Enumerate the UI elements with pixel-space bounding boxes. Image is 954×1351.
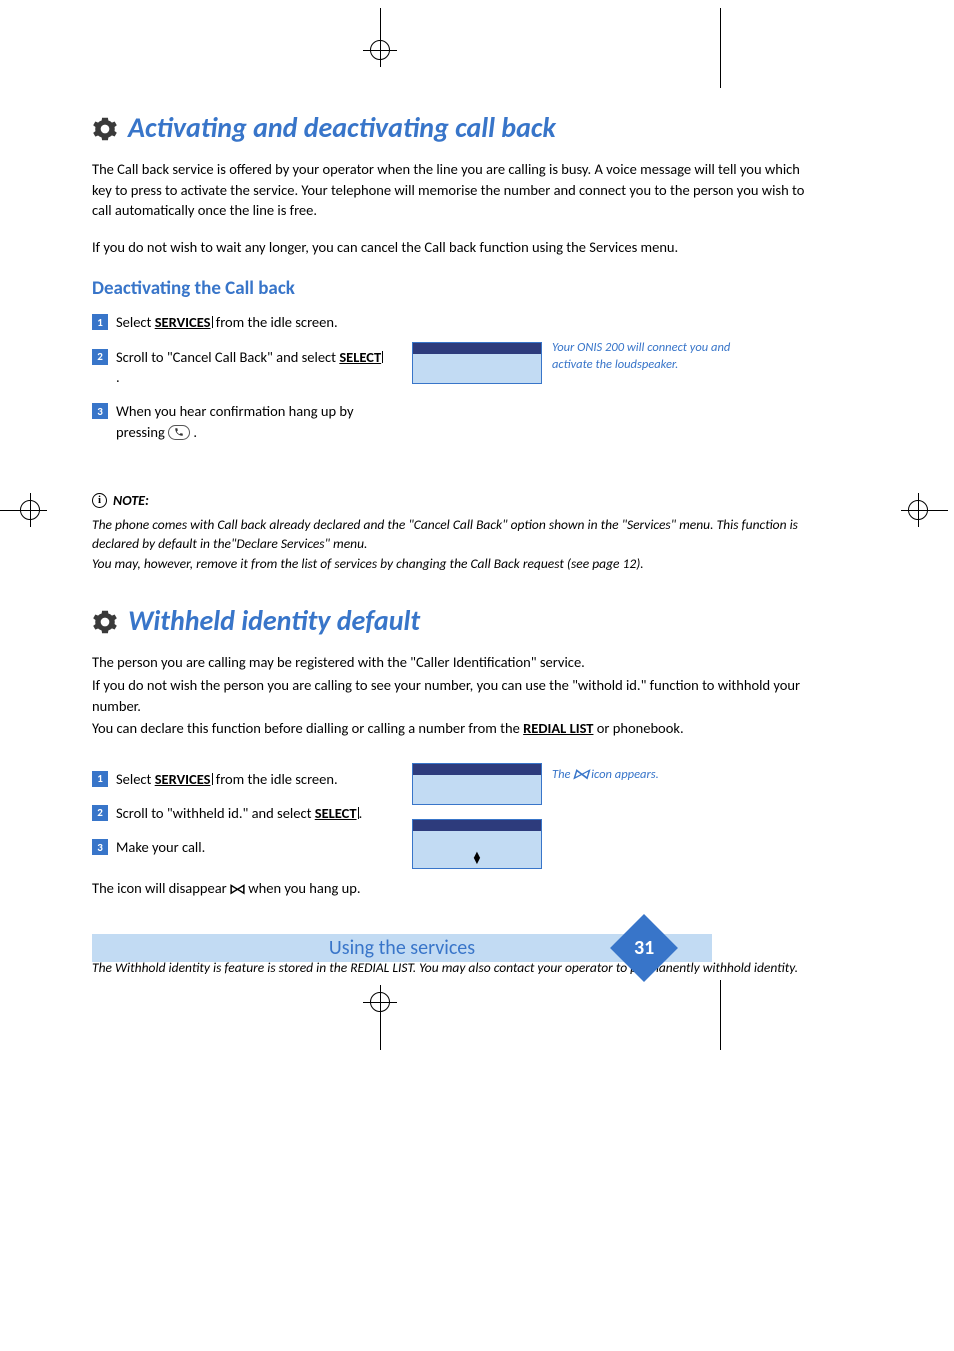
step-number-badge: 1 [92, 314, 108, 330]
screen-caption: The ⋈ icon appears. [552, 765, 732, 785]
footer-label: Using the services [329, 936, 475, 960]
steps-list: 1 Select SERVICES from the idle screen. … [92, 769, 812, 858]
tail-paragraph: The icon will disappear ⋈ when you hang … [92, 878, 812, 901]
info-icon: i [92, 493, 107, 508]
step-row: 1 Select SERVICES from the idle screen. [92, 312, 812, 332]
step-text: Scroll to "Cancel Call Back" and select … [116, 347, 386, 388]
phone-key-icon [168, 425, 190, 440]
step-row: 3 When you hear confirmation hang up by … [92, 401, 812, 442]
page-number: 31 [634, 936, 654, 960]
step-number-badge: 2 [92, 805, 108, 821]
bowtie-icon: ⋈ [228, 880, 246, 901]
section-title-text: Activating and deactivating call back [128, 110, 556, 145]
step-number-badge: 3 [92, 403, 108, 419]
step-text: When you hear confirmation hang up by pr… [116, 401, 386, 442]
step-text: Select SERVICES from the idle screen. [116, 312, 386, 332]
section-title-withheld: Withheld identity default [92, 603, 812, 638]
subheading-deactivating: Deactivating the Call back [92, 277, 812, 300]
intro-paragraph: If you do not wish the person you are ca… [92, 675, 812, 716]
intro-paragraph-2: If you do not wish to wait any longer, y… [92, 237, 812, 258]
step-number-badge: 3 [92, 839, 108, 855]
page-content: Activating and deactivating call back Th… [92, 100, 812, 978]
note-label: i NOTE: [92, 492, 812, 509]
section-title-text: Withheld identity default [128, 603, 420, 638]
note-text: You may, however, remove it from the lis… [92, 554, 812, 574]
screen-caption: Your ONIS 200 will connect you and activ… [552, 340, 732, 374]
step-text: Scroll to "withheld id." and select SELE… [116, 803, 456, 823]
step-number-badge: 2 [92, 349, 108, 365]
intro-paragraph: You can declare this function before dia… [92, 718, 812, 739]
note-text: The phone comes with Call back already d… [92, 515, 812, 554]
gear-icon [92, 608, 118, 634]
phone-screen-illustration [412, 763, 542, 805]
step-text: Select SERVICES from the idle screen. [116, 769, 416, 789]
gear-icon [92, 115, 118, 141]
intro-paragraph: The Call back service is offered by your… [92, 159, 812, 221]
step-number-badge: 1 [92, 771, 108, 787]
phone-screen-illustration: ▲▼ [412, 819, 542, 869]
step-text: Make your call. [116, 837, 386, 857]
section-title-callback: Activating and deactivating call back [92, 110, 812, 145]
bowtie-icon: ⋈ [572, 765, 590, 785]
phone-screen-illustration [412, 342, 542, 384]
intro-paragraph: The person you are calling may be regist… [92, 652, 812, 673]
steps-list: 1 Select SERVICES from the idle screen. … [92, 312, 812, 441]
updown-arrow-icon: ▲▼ [472, 852, 483, 864]
